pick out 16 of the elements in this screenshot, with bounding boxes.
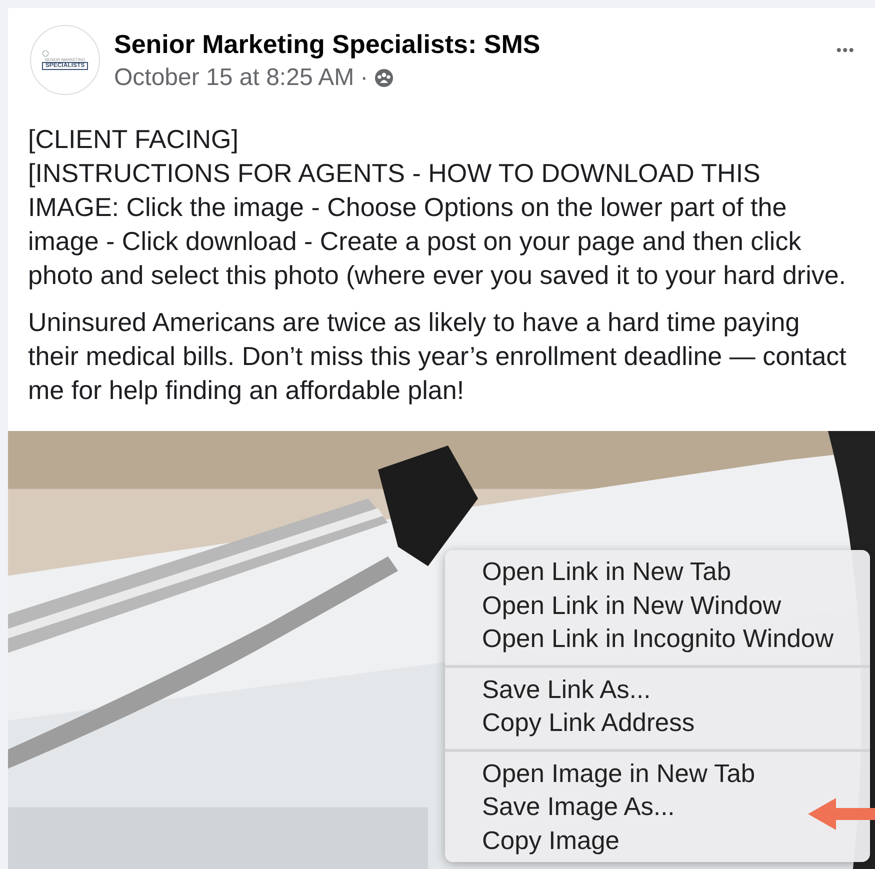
- separator-dot: ·: [360, 64, 368, 92]
- friends-icon[interactable]: [374, 68, 394, 88]
- menu-item[interactable]: Open Link in New Tab: [482, 556, 732, 590]
- author-name[interactable]: Senior Marketing Specialists: SMS: [114, 28, 836, 60]
- post-text: [CLIENT FACING]: [28, 123, 240, 156]
- menu-item[interactable]: Open Link in Incognito Window: [482, 623, 834, 656]
- menu-item[interactable]: Save Link As...: [482, 674, 651, 707]
- menu-item[interactable]: Save Image As...: [482, 791, 675, 824]
- more-options-button[interactable]: •••: [836, 42, 855, 58]
- menu-item[interactable]: Copy Link Address: [482, 707, 695, 740]
- menu-item[interactable]: Open Image in New Tab: [482, 758, 756, 791]
- menu-item[interactable]: Open Link in New Window: [482, 590, 782, 623]
- post-text: [INSTRUCTIONS FOR AGENTS - HOW TO DOWNLOAD THIS IMAGE: Click the image - Choose Options on the lower part of the image - Click download - Create a post on your page and then click photo and select this photo (where ever you saved it to your hard drive.: [28, 157, 848, 292]
- post-timestamp[interactable]: October 15 at 8:25 AM: [114, 64, 354, 92]
- menu-item[interactable]: Copy Image: [482, 824, 620, 858]
- post-text: Uninsured Americans are twice as likely to have a hard time paying their medical bills. Don’t miss this year’s enrollment deadline — contact me for help finding an affordable plan!: [28, 306, 848, 407]
